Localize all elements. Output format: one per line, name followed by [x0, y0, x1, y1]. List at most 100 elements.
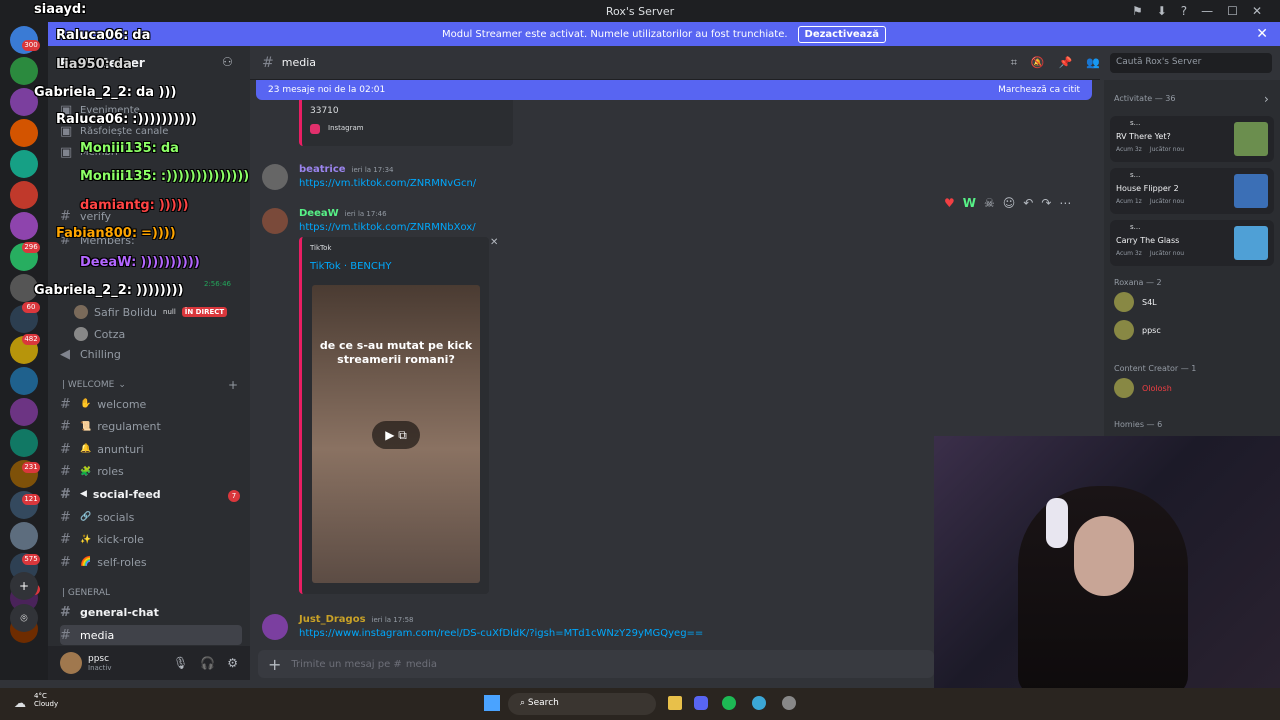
add-attachment-icon[interactable]: + [268, 655, 281, 674]
pin-icon[interactable]: 📌 [1059, 56, 1073, 70]
server-mention-badge: 482 [22, 334, 40, 345]
message-timestamp: ieri la 17:58 [371, 616, 414, 624]
members-list-icon[interactable]: 👥 [1086, 56, 1100, 70]
obs-icon[interactable] [782, 696, 796, 710]
channel-item[interactable]: ◀ Chilling [60, 344, 242, 364]
message-link[interactable]: https://www.instagram.com/reel/DS-cuXfDl… [299, 628, 703, 639]
server-icon[interactable] [10, 181, 38, 209]
message-author[interactable]: Just_Dragos ieri la 17:58 [299, 614, 413, 625]
server-icon[interactable] [10, 119, 38, 147]
add-server-icon[interactable]: + [10, 572, 38, 600]
channel-item-social-feed[interactable]: # ◀ social-feed [60, 484, 242, 504]
activity-title: Carry The Glass [1116, 236, 1180, 245]
channel-item-media[interactable]: # media [60, 625, 242, 645]
avatar[interactable] [262, 614, 288, 640]
windows-start-icon[interactable] [484, 695, 500, 711]
channel-label: general-chat [80, 605, 159, 619]
activity-card[interactable]: s... House Flipper 2 Acum 1z Jucător nou [1110, 168, 1274, 214]
hash-icon: # [60, 627, 71, 643]
invite-icon[interactable]: ⚇ [222, 55, 233, 69]
search-input[interactable]: Caută Rox's Server [1110, 53, 1272, 73]
channel-item-roles[interactable]: # 🧩 roles [60, 462, 242, 482]
sidebar-nav-label: Răsfoiește canale [80, 125, 169, 137]
member-item[interactable]: S4L [1114, 292, 1157, 312]
activity-meta: Acum 3z Jucător nou [1116, 250, 1184, 257]
add-reaction-icon[interactable]: ☺ [1003, 196, 1016, 210]
message-link[interactable]: https://vm.tiktok.com/ZNRMNbXox/ [299, 222, 476, 233]
chevron-right-icon[interactable]: › [1264, 92, 1269, 106]
embed-title-link[interactable]: TikTok · BENCHY [310, 261, 392, 272]
heart-reaction-icon[interactable]: ♥ [944, 196, 955, 210]
message-author[interactable]: DeeaW ieri la 17:46 [299, 208, 387, 219]
avatar[interactable] [60, 652, 82, 674]
help-icon[interactable]: ? [1181, 4, 1187, 18]
more-icon[interactable]: ⋯ [1059, 196, 1071, 210]
new-messages-bar[interactable]: 23 mesaje noi de la 02:01 Marchează ca c… [256, 80, 1092, 100]
channel-item-general-chat[interactable]: # general-chat [60, 602, 242, 622]
channel-item-anunturi[interactable]: # 🔔 anunturi [60, 439, 242, 459]
server-icon[interactable] [10, 57, 38, 85]
activity-card[interactable]: s... Carry The Glass Acum 3z Jucător nou [1110, 220, 1274, 266]
avatar[interactable] [262, 208, 288, 234]
discord-icon[interactable] [694, 696, 708, 710]
voice-user[interactable]: Safir Bolidu null ÎN DIRECT [74, 302, 256, 322]
taskbar-search[interactable]: ⌕ Search [508, 693, 656, 715]
mark-read-button[interactable]: Marchează ca citit [998, 85, 1080, 95]
channel-item-socials[interactable]: # 🔗 socials [60, 507, 242, 527]
play-icon[interactable]: ▶ ⧉ [372, 421, 420, 449]
server-icon[interactable] [10, 398, 38, 426]
discover-icon[interactable]: ⌾ [10, 604, 38, 632]
channel-item-self-roles[interactable]: # 🌈 self-roles [60, 552, 242, 572]
close-icon[interactable]: ✕ [1252, 4, 1262, 18]
activity-card[interactable]: s... RV There Yet? Acum 3z Jucător nou [1110, 116, 1274, 162]
banner-text: Modul Streamer este activat. Numele util… [442, 28, 788, 40]
overlay-chat-line: Raluca06: da [56, 28, 150, 43]
edge-icon[interactable] [752, 696, 766, 710]
headphones-icon[interactable]: 🎧 [200, 656, 215, 670]
channel-item-welcome[interactable]: # ✋ welcome [60, 394, 242, 414]
hash-icon: # [60, 464, 71, 480]
reply-icon[interactable]: ↶ [1023, 196, 1033, 210]
message-link[interactable]: https://vm.tiktok.com/ZNRMNvGcn/ [299, 178, 476, 189]
member-item[interactable]: ppsc [1114, 320, 1161, 340]
channel-item-kick-role[interactable]: # ✨ kick-role [60, 530, 242, 550]
welcome-category[interactable]: | WELCOME ⌄ [62, 380, 126, 390]
download-icon[interactable]: ⬇ [1157, 4, 1167, 18]
activity-user: s... [1130, 223, 1141, 231]
banner-close-icon[interactable]: ✕ [1256, 26, 1268, 42]
mute-bell-icon[interactable]: 🔕 [1031, 56, 1045, 70]
overlay-chat-text: )))))))) [135, 283, 184, 298]
maximize-icon[interactable]: ☐ [1227, 4, 1238, 18]
forward-icon[interactable]: ↷ [1041, 196, 1051, 210]
settings-gear-icon[interactable]: ⚙ [227, 656, 238, 670]
server-icon[interactable] [10, 212, 38, 240]
general-category[interactable]: | GENERAL [62, 588, 110, 598]
video-thumbnail[interactable]: de ce s-au mutat pe kick streamerii roma… [312, 285, 480, 583]
disable-streamer-mode-button[interactable]: Dezactivează [797, 25, 886, 43]
add-channel-icon[interactable]: + [228, 378, 238, 392]
threads-icon[interactable]: ⌗ [1011, 56, 1017, 70]
file-explorer-icon[interactable] [668, 696, 682, 710]
voice-user[interactable]: Cotza [74, 324, 256, 344]
message-input[interactable]: + Trimite un mesaj pe # media [258, 650, 934, 678]
skull-reaction-icon[interactable]: ☠ [984, 196, 995, 210]
channel-label: self-roles [97, 555, 147, 569]
avatar[interactable] [262, 164, 288, 190]
spotify-icon[interactable] [722, 696, 736, 710]
user-name: ppsc [88, 654, 110, 664]
activity-header: Activitate — 36 [1114, 94, 1176, 103]
w-reaction-icon[interactable]: W [963, 196, 976, 210]
message-author[interactable]: beatrice ieri la 17:34 [299, 164, 393, 175]
member-item[interactable]: Ololosh [1114, 378, 1172, 398]
server-icon[interactable] [10, 150, 38, 178]
microphone-icon[interactable]: 🎙 [173, 656, 188, 670]
embed-close-icon[interactable]: ✕ [490, 237, 498, 248]
channel-item-regulament[interactable]: # 📜 regulament [60, 417, 242, 437]
server-icon[interactable] [10, 367, 38, 395]
channel-label: socials [97, 510, 135, 524]
server-icon[interactable] [10, 429, 38, 457]
overlay-chat-name: Moniii135: [80, 169, 157, 184]
inbox-icon[interactable]: ⚑ [1132, 4, 1143, 18]
server-icon[interactable] [10, 522, 38, 550]
minimize-icon[interactable]: — [1201, 4, 1213, 18]
